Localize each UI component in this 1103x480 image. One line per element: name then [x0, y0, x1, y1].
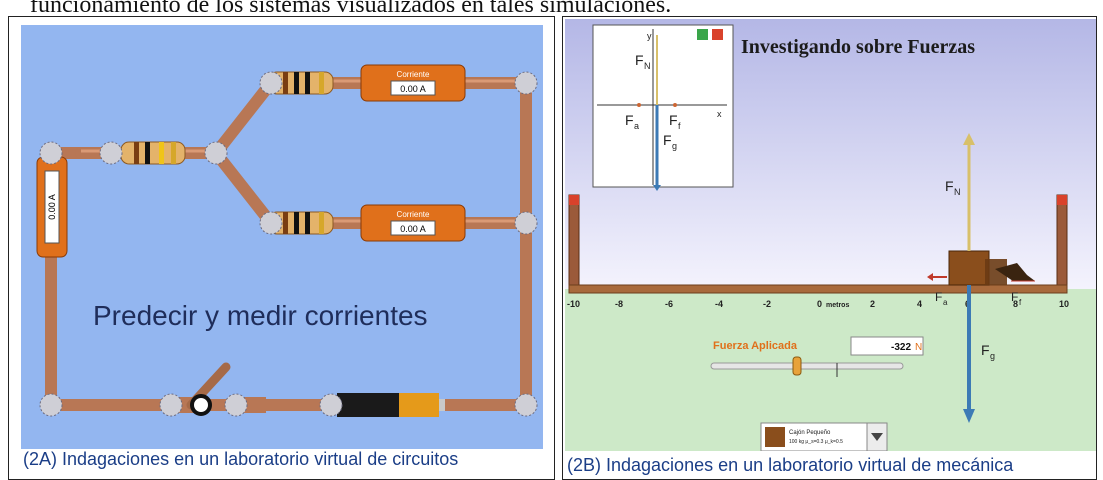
applied-force-slider-thumb[interactable] [792, 356, 802, 376]
applied-force-unit: N [915, 342, 922, 353]
fbd-fg-label: F [663, 132, 672, 148]
fbd-fn-sub: N [644, 61, 651, 71]
svg-text:-10: -10 [567, 299, 580, 309]
fa-label: F [935, 290, 942, 304]
fbd-fa-label: F [625, 112, 634, 128]
close-icon[interactable] [712, 29, 723, 40]
junctions [39, 71, 538, 417]
fbd-fg-sub: g [672, 141, 677, 151]
applied-force-label: Fuerza Aplicada [713, 340, 798, 352]
object-name: Cajón Pequeño [789, 430, 831, 436]
fa-sub: a [943, 298, 948, 307]
ammeter-left-value: 0.00 A [47, 194, 57, 220]
forces-simulation[interactable]: Investigando sobre Fuerzas F N F a F f F… [565, 19, 1096, 451]
fbd-y-axis: y [647, 31, 652, 41]
ammeter-top[interactable]: Corriente 0.00 A [360, 64, 466, 102]
applied-force-input[interactable] [850, 336, 924, 356]
circuit-simulation[interactable]: Corriente 0.00 A Corriente 0.00 A 0.00 A [21, 25, 543, 449]
svg-text:0: 0 [817, 299, 822, 309]
circuit-canvas: Corriente 0.00 A Corriente 0.00 A 0.00 A [36, 64, 538, 417]
fn-sub: N [954, 187, 961, 197]
fbd-fn-label: F [635, 52, 644, 68]
svg-text:10: 10 [1059, 299, 1069, 309]
svg-text:-8: -8 [615, 299, 623, 309]
ammeter-middle-value: 0.00 A [400, 224, 426, 234]
svg-text:-2: -2 [763, 299, 771, 309]
resistor-left[interactable] [120, 141, 186, 165]
ammeter-left[interactable]: 0.00 A [36, 156, 68, 258]
svg-text:4: 4 [917, 299, 922, 309]
zoom-in-icon[interactable] [697, 29, 708, 40]
sim-title: Investigando sobre Fuerzas [741, 36, 975, 58]
ammeter-middle[interactable]: Corriente 0.00 A [360, 204, 466, 242]
figure-2b-caption: (2B) Indagaciones en un laboratorio virt… [567, 455, 1014, 475]
battery[interactable] [337, 393, 445, 417]
svg-text:-4: -4 [715, 299, 723, 309]
applied-force-slider-track[interactable] [710, 362, 904, 370]
fbd-ff-label: F [669, 112, 678, 128]
ammeter-top-title: Corriente [397, 70, 430, 79]
ground-plank [568, 284, 1068, 294]
object-selector[interactable]: Cajón Pequeño 100 kg μ_s=0.3 μ_k=0.5 [760, 422, 888, 451]
svg-text:-6: -6 [665, 299, 673, 309]
left-wall-close-icon[interactable] [569, 195, 579, 205]
sim-heading: Predecir y medir corrientes [93, 300, 428, 331]
right-wall [1056, 194, 1068, 290]
fg-label: F [981, 342, 990, 358]
ammeter-middle-title: Corriente [397, 210, 430, 219]
fn-label: F [945, 178, 954, 194]
fbd-fa-sub: a [634, 121, 639, 131]
wires [45, 77, 532, 411]
left-wall [568, 194, 580, 290]
free-body-diagram: F N F a F f F g x y [592, 24, 734, 191]
fbd-x-axis: x [717, 109, 722, 119]
crate-thumbnail [765, 427, 785, 447]
fg-sub: g [990, 351, 995, 361]
ff-label: F [1011, 290, 1018, 304]
svg-text:metros: metros [826, 302, 849, 309]
figure-2a-caption: (2A) Indagaciones en un laboratorio virt… [23, 449, 459, 469]
ammeter-top-value: 0.00 A [400, 84, 426, 94]
right-wall-close-icon[interactable] [1057, 195, 1067, 205]
figure-2a: Corriente 0.00 A Corriente 0.00 A 0.00 A [8, 16, 555, 480]
object-detail: 100 kg μ_s=0.3 μ_k=0.5 [789, 439, 843, 445]
applied-force-value: -322 [891, 342, 911, 353]
figure-2b: Investigando sobre Fuerzas F N F a F f F… [562, 16, 1097, 480]
svg-text:2: 2 [870, 299, 875, 309]
